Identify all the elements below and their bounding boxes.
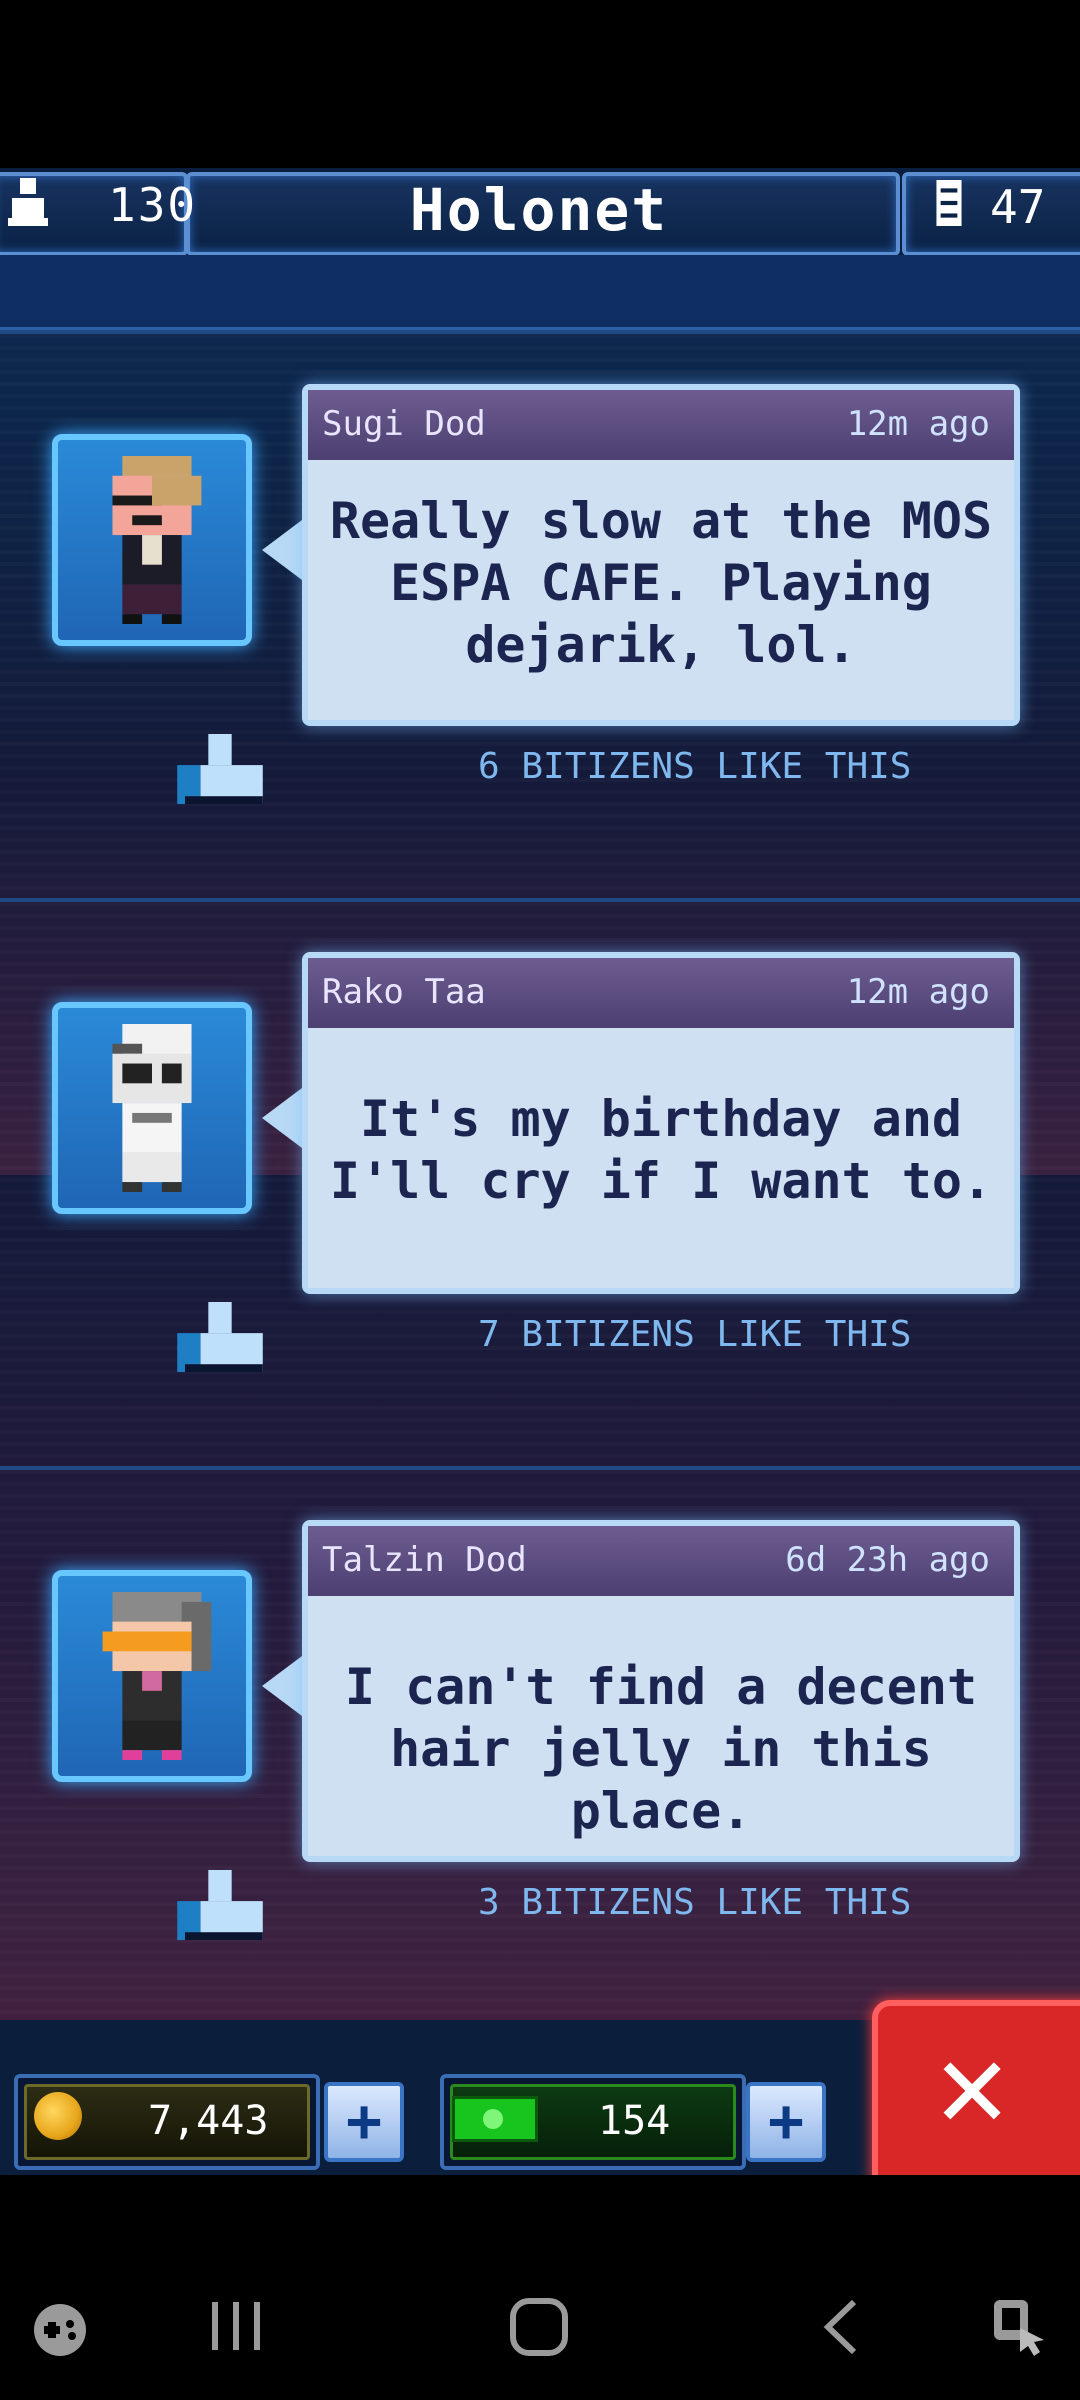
feed-post: Rako Taa 12m ago It's my birthday and I'… <box>0 898 1080 1462</box>
author-name: Rako Taa <box>322 972 486 1012</box>
status-bar <box>0 0 1080 168</box>
bubble-header: Sugi Dod 12m ago <box>308 390 1014 460</box>
avatar[interactable] <box>52 1570 252 1782</box>
post-time: 12m ago <box>846 404 990 444</box>
population-count: 130 <box>108 178 198 232</box>
bubble-tail <box>262 1088 302 1148</box>
thumbs-up-icon[interactable] <box>176 1302 264 1372</box>
person-icon <box>8 178 48 226</box>
add-bux-button[interactable]: + <box>746 2082 826 2162</box>
recent-apps-icon[interactable] <box>206 2298 266 2354</box>
like-count: 7 BITIZENS LIKE THIS <box>478 1314 912 1355</box>
bubble-header: Rako Taa 12m ago <box>308 958 1014 1028</box>
message-bubble: Sugi Dod 12m ago Really slow at the MOS … <box>302 384 1020 726</box>
author-name: Talzin Dod <box>322 1540 527 1580</box>
feed-post: Sugi Dod 12m ago Really slow at the MOS … <box>0 330 1080 894</box>
bubble-tail <box>262 520 302 580</box>
floors-icon <box>936 180 962 226</box>
thumbs-up-icon[interactable] <box>176 1870 264 1940</box>
post-time: 6d 23h ago <box>785 1540 990 1580</box>
avatar-talzin-dod-icon <box>102 1592 212 1760</box>
like-count: 6 BITIZENS LIKE THIS <box>478 746 912 787</box>
message-bubble: Talzin Dod 6d 23h ago I can't find a dec… <box>302 1520 1020 1862</box>
bux-value: 154 <box>598 2098 671 2144</box>
bubble-tail <box>262 1656 302 1716</box>
like-count: 3 BITIZENS LIKE THIS <box>478 1882 912 1923</box>
thumbs-up-icon[interactable] <box>176 734 264 804</box>
coins-value: 7,443 <box>148 2098 269 2144</box>
sub-header-bar <box>0 255 1080 331</box>
game-launcher-icon[interactable] <box>30 2300 90 2360</box>
post-time: 12m ago <box>846 972 990 1012</box>
author-name: Sugi Dod <box>322 404 486 444</box>
post-text: Really slow at the MOS ESPA CAFE. Playin… <box>329 492 993 674</box>
page-title: Holonet <box>409 176 669 244</box>
feed-post: Talzin Dod 6d 23h ago I can't find a dec… <box>0 1466 1080 2030</box>
post-text: It's my birthday and I'll cry if I want … <box>329 1090 993 1210</box>
avatar-rako-taa-icon <box>112 1024 192 1192</box>
add-coins-button[interactable]: + <box>324 2082 404 2162</box>
system-nav-bar <box>0 2175 1080 2400</box>
bux-icon <box>452 2096 538 2142</box>
back-icon[interactable] <box>818 2296 862 2358</box>
coin-icon <box>34 2092 82 2140</box>
message-bubble: Rako Taa 12m ago It's my birthday and I'… <box>302 952 1020 1294</box>
avatar[interactable] <box>52 434 252 646</box>
avatar[interactable] <box>52 1002 252 1214</box>
home-icon[interactable] <box>508 2296 570 2358</box>
bubble-header: Talzin Dod 6d 23h ago <box>308 1526 1014 1596</box>
screen-touch-icon[interactable] <box>990 2294 1054 2360</box>
floors-count: 47 <box>990 180 1046 234</box>
post-text: I can't find a decent hair jelly in this… <box>344 1658 978 1840</box>
close-icon: ✕ <box>936 2016 1009 2155</box>
avatar-sugi-dod-icon <box>112 456 202 624</box>
